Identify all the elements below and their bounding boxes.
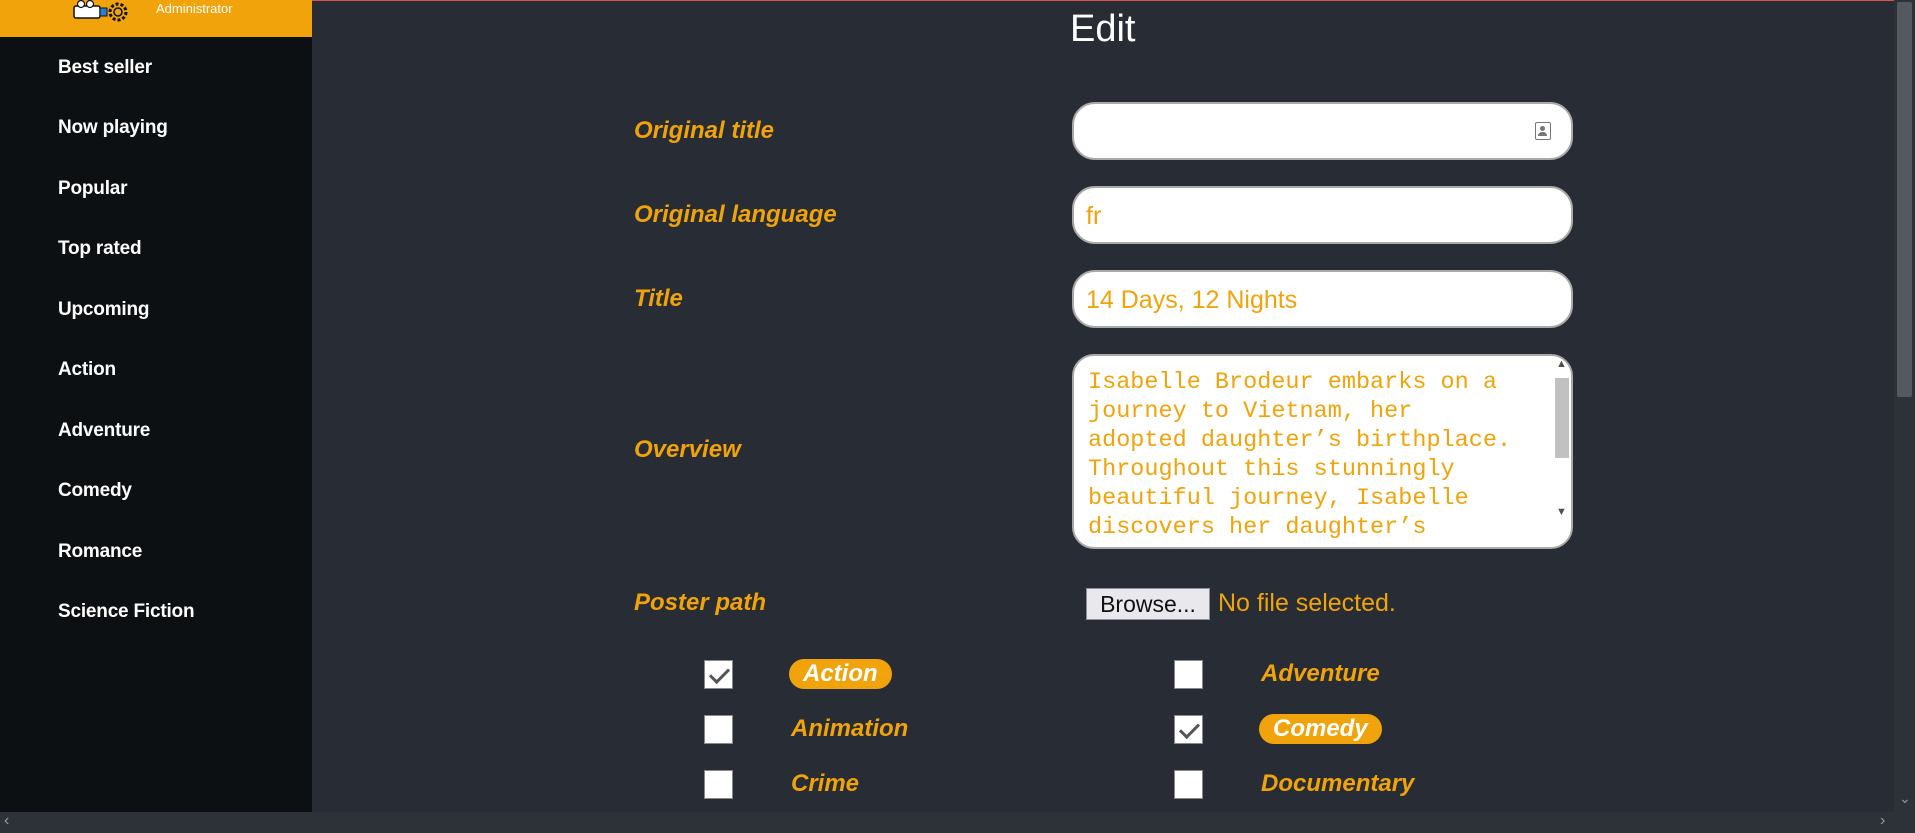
- genre-label-adventure[interactable]: Adventure: [1261, 660, 1380, 688]
- vertical-scrollbar[interactable]: ⌄: [1894, 0, 1915, 812]
- overview-textarea[interactable]: Isabelle Brodeur embarks on a journey to…: [1072, 354, 1573, 549]
- sidebar-item-science-fiction[interactable]: Science Fiction: [58, 601, 195, 623]
- genre-checkbox-action[interactable]: [704, 660, 733, 689]
- logo-icon: [73, 0, 128, 22]
- scroll-right-arrow-icon[interactable]: ›: [1880, 812, 1885, 830]
- sidebar-item-top-rated[interactable]: Top rated: [58, 238, 142, 260]
- original-language-label: Original language: [634, 201, 837, 228]
- original-language-input[interactable]: fr: [1072, 186, 1573, 244]
- sidebar: Administrator Best seller Now playing Po…: [0, 0, 312, 812]
- sidebar-item-romance[interactable]: Romance: [58, 541, 142, 563]
- horizontal-scrollbar[interactable]: ‹ ›: [0, 812, 1915, 833]
- sidebar-item-upcoming[interactable]: Upcoming: [58, 299, 149, 321]
- sidebar-item-adventure[interactable]: Adventure: [58, 420, 150, 442]
- scroll-left-arrow-icon[interactable]: ‹: [4, 812, 9, 830]
- scroll-up-icon[interactable]: ▲: [1556, 358, 1567, 370]
- overview-text: Isabelle Brodeur embarks on a journey to…: [1088, 369, 1512, 541]
- page-title: Edit: [1070, 8, 1136, 50]
- brand-header[interactable]: Administrator: [0, 0, 312, 37]
- user-role: Administrator: [156, 1, 233, 16]
- original-title-label: Original title: [634, 117, 775, 144]
- file-status: No file selected.: [1218, 589, 1396, 617]
- genre-label-documentary[interactable]: Documentary: [1261, 770, 1414, 798]
- overview-scrollbar[interactable]: ▲ ▼: [1552, 356, 1571, 547]
- genre-label-action[interactable]: Action: [789, 659, 892, 689]
- sidebar-item-comedy[interactable]: Comedy: [58, 480, 132, 502]
- genre-checkbox-animation[interactable]: [704, 715, 733, 744]
- title-label: Title: [634, 285, 683, 312]
- contact-card-icon[interactable]: [1535, 122, 1551, 140]
- genre-checkbox-crime[interactable]: [704, 770, 733, 799]
- genre-checkbox-documentary[interactable]: [1174, 770, 1203, 799]
- original-title-input[interactable]: [1072, 102, 1573, 160]
- genre-label-crime[interactable]: Crime: [791, 770, 859, 798]
- title-input[interactable]: 14 Days, 12 Nights: [1072, 270, 1573, 328]
- browse-button[interactable]: Browse...: [1086, 588, 1210, 620]
- scroll-down-arrow-icon[interactable]: ⌄: [1899, 790, 1911, 807]
- genre-checkbox-adventure[interactable]: [1174, 660, 1203, 689]
- genre-checkbox-comedy[interactable]: [1174, 715, 1203, 744]
- genre-label-comedy[interactable]: Comedy: [1259, 714, 1382, 744]
- poster-path-label: Poster path: [634, 589, 767, 616]
- sidebar-item-now-playing[interactable]: Now playing: [58, 117, 168, 139]
- genre-label-animation[interactable]: Animation: [791, 715, 908, 743]
- sidebar-item-popular[interactable]: Popular: [58, 178, 128, 200]
- overview-label: Overview: [634, 436, 741, 463]
- vertical-scroll-thumb[interactable]: [1897, 2, 1912, 397]
- overview-scroll-thumb[interactable]: [1555, 378, 1569, 458]
- sidebar-item-action[interactable]: Action: [58, 359, 116, 381]
- scroll-down-icon[interactable]: ▼: [1556, 506, 1567, 518]
- sidebar-item-best-seller[interactable]: Best seller: [58, 57, 152, 79]
